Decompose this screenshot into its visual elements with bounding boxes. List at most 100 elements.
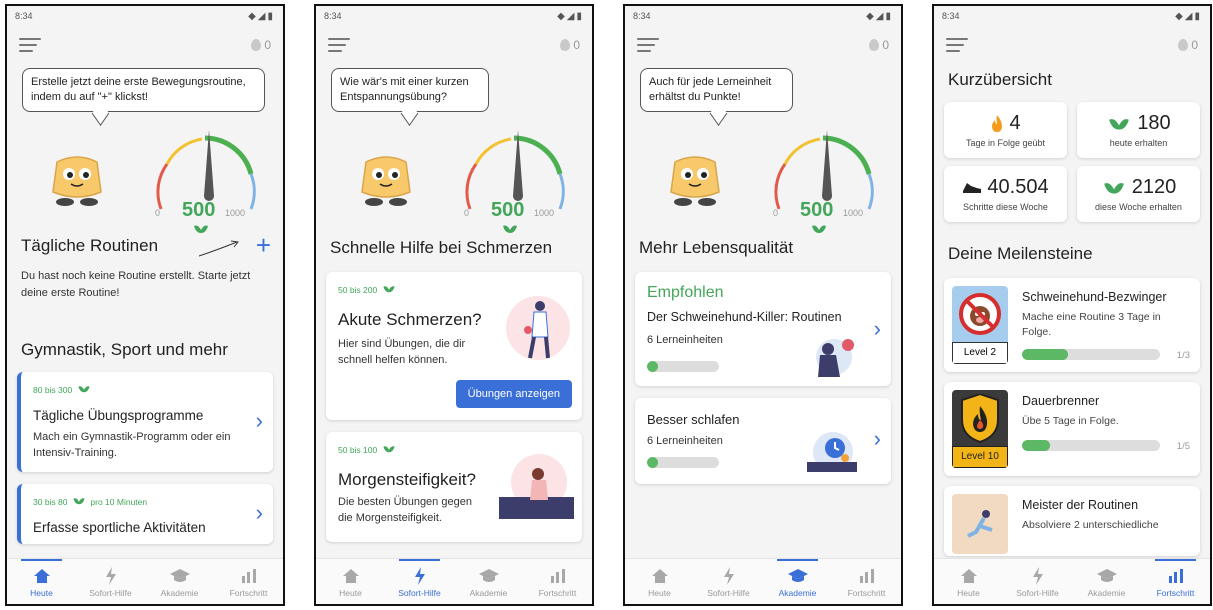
card-besser-schlafen[interactable]: Besser schlafen 6 Lerneinheiten ›	[635, 398, 891, 484]
nav-label: Fortschritt	[847, 587, 886, 598]
status-icons: ◆◢▮	[866, 10, 893, 22]
card-acute-pain[interactable]: 50 bis 200 Akute Schmerzen? Hier sind Üb…	[326, 272, 582, 420]
nav-sofort-hilfe[interactable]: Sofort-Hilfe	[1003, 559, 1072, 604]
points-range: 50 bis 100	[338, 445, 378, 455]
bottom-navigation: Heute Sofort-Hilfe Akademie Fortschritt	[316, 558, 592, 604]
lightning-icon	[414, 566, 426, 586]
fire-shield-icon	[961, 394, 999, 444]
progress-fill	[1022, 349, 1068, 360]
speech-bubble: Erstelle jetzt deine erste Bewegungsrout…	[22, 68, 265, 112]
progress-fill	[647, 361, 658, 372]
streak-counter[interactable]: 0	[1178, 38, 1198, 52]
graduation-cap-icon	[169, 566, 191, 586]
nav-akademie[interactable]: Akademie	[763, 559, 832, 604]
gauge-value: 500	[182, 199, 216, 221]
nav-label: Heute	[339, 587, 362, 598]
hero-section: Erstelle jetzt deine erste Bewegungsrout…	[7, 64, 283, 233]
status-icons: ◆◢▮	[1175, 10, 1202, 22]
show-exercises-button[interactable]: Übungen anzeigen	[455, 380, 572, 408]
milestone-progress-bar	[1022, 440, 1160, 451]
nav-heute[interactable]: Heute	[7, 559, 76, 604]
chevron-right-icon[interactable]: ›	[256, 408, 263, 434]
add-routine-button[interactable]: +	[256, 230, 271, 261]
nav-heute[interactable]: Heute	[934, 559, 1003, 604]
milestone-title: Schweinehund-Bezwinger	[1022, 290, 1167, 304]
mascot-icon	[52, 156, 102, 206]
nav-heute[interactable]: Heute	[316, 559, 385, 604]
chevron-right-icon[interactable]: ›	[874, 426, 881, 452]
nav-label: Fortschritt	[538, 587, 577, 598]
leaf-points-icon	[1109, 118, 1130, 130]
bottom-navigation: Heute Sofort-Hilfe Akademie Fortschritt	[934, 558, 1210, 604]
card-title: Erfasse sportliche Aktivitäten	[33, 520, 206, 535]
card-points: 30 bis 80 pro 10 Minuten	[21, 484, 273, 510]
streak-counter[interactable]: 0	[251, 38, 271, 52]
phone-screen-sofort-hilfe: 8:34 ◆◢▮ 0 Wie wär's mit einer kurzen En…	[314, 4, 594, 606]
nav-fortschritt[interactable]: Fortschritt	[832, 559, 901, 604]
milestone-meister[interactable]: Meister der Routinen Absolviere 2 unters…	[944, 486, 1200, 556]
milestone-badge: Level 2	[952, 286, 1008, 364]
chevron-right-icon[interactable]: ›	[874, 316, 881, 342]
mascot-icon	[361, 156, 411, 206]
flame-icon	[560, 39, 571, 51]
nav-label: Heute	[30, 587, 53, 598]
stat-value: 4	[1009, 112, 1021, 134]
stat-points-week: 2120 diese Woche erhalten	[1077, 166, 1200, 222]
no-pig-icon	[959, 293, 1001, 335]
nav-akademie[interactable]: Akademie	[145, 559, 214, 604]
milestone-schweinehund[interactable]: Level 2 Schweinehund-Bezwinger Mache ein…	[944, 278, 1200, 372]
milestone-dauerbrenner[interactable]: Level 10 Dauerbrenner Übe 5 Tage in Folg…	[944, 382, 1200, 476]
gauge-min: 0	[773, 208, 779, 218]
menu-icon[interactable]	[946, 38, 968, 52]
card-sport-activities[interactable]: 30 bis 80 pro 10 Minuten Erfasse sportli…	[17, 484, 273, 544]
nav-akademie[interactable]: Akademie	[1072, 559, 1141, 604]
status-bar: 8:34 ◆◢▮	[316, 6, 592, 26]
leaf-points-icon	[1103, 182, 1124, 194]
progress-fill	[1022, 440, 1050, 451]
recommended-tag: Empfohlen	[647, 284, 724, 301]
nav-sofort-hilfe[interactable]: Sofort-Hilfe	[76, 559, 145, 604]
milestone-text: Absolviere 2 unterschiedliche	[1022, 519, 1159, 531]
nav-sofort-hilfe[interactable]: Sofort-Hilfe	[385, 559, 454, 604]
home-icon	[960, 566, 978, 586]
card-morning-stiffness[interactable]: 50 bis 100 Morgensteifigkeit? Die besten…	[326, 432, 582, 542]
nav-fortschritt[interactable]: Fortschritt	[214, 559, 283, 604]
milestone-count: 1/3	[1176, 350, 1190, 361]
section-title-milestones: Deine Meilensteine	[948, 244, 1093, 263]
chevron-right-icon[interactable]: ›	[256, 500, 263, 526]
streak-counter[interactable]: 0	[560, 38, 580, 52]
card-points: 80 bis 300	[21, 372, 273, 398]
level-label: Level 10	[952, 446, 1008, 468]
speech-bubble: Auch für jede Lerneinheit erhältst du Pu…	[640, 68, 793, 112]
nav-fortschritt[interactable]: Fortschritt	[523, 559, 592, 604]
level-label: Level 2	[952, 342, 1008, 364]
nav-heute[interactable]: Heute	[625, 559, 694, 604]
status-time: 8:34	[15, 11, 33, 21]
section-title-overview: Kurzübersicht	[948, 70, 1052, 89]
leaf-points-icon	[194, 225, 208, 233]
flame-icon	[992, 114, 1003, 132]
app-bar: 0	[934, 26, 1210, 64]
card-schweinehund-killer[interactable]: Empfohlen Der Schweinehund-Killer: Routi…	[635, 272, 891, 386]
home-icon	[651, 566, 669, 586]
nav-akademie[interactable]: Akademie	[454, 559, 523, 604]
nav-label: Sofort-Hilfe	[1016, 587, 1059, 598]
streak-value: 0	[573, 38, 580, 52]
nav-fortschritt[interactable]: Fortschritt	[1141, 559, 1210, 604]
menu-icon[interactable]	[19, 38, 41, 52]
points-range: 80 bis 300	[33, 385, 73, 395]
streak-counter[interactable]: 0	[869, 38, 889, 52]
mascot-icon	[670, 156, 720, 206]
stat-value: 180	[1137, 112, 1171, 134]
card-daily-programs[interactable]: 80 bis 300 Tägliche Übungsprogramme Mach…	[17, 372, 273, 472]
nav-sofort-hilfe[interactable]: Sofort-Hilfe	[694, 559, 763, 604]
menu-icon[interactable]	[637, 38, 659, 52]
nav-label: Heute	[648, 587, 671, 598]
sleep-illustration-icon	[807, 432, 857, 472]
stat-points-today: 180 heute erhalten	[1077, 102, 1200, 158]
gauge-min: 0	[464, 208, 470, 218]
nav-label: Akademie	[778, 587, 817, 598]
nav-label: Akademie	[1087, 587, 1126, 598]
phone-screen-akademie: 8:34 ◆◢▮ 0 Auch für jede Lerneinheit erh…	[623, 4, 903, 606]
menu-icon[interactable]	[328, 38, 350, 52]
